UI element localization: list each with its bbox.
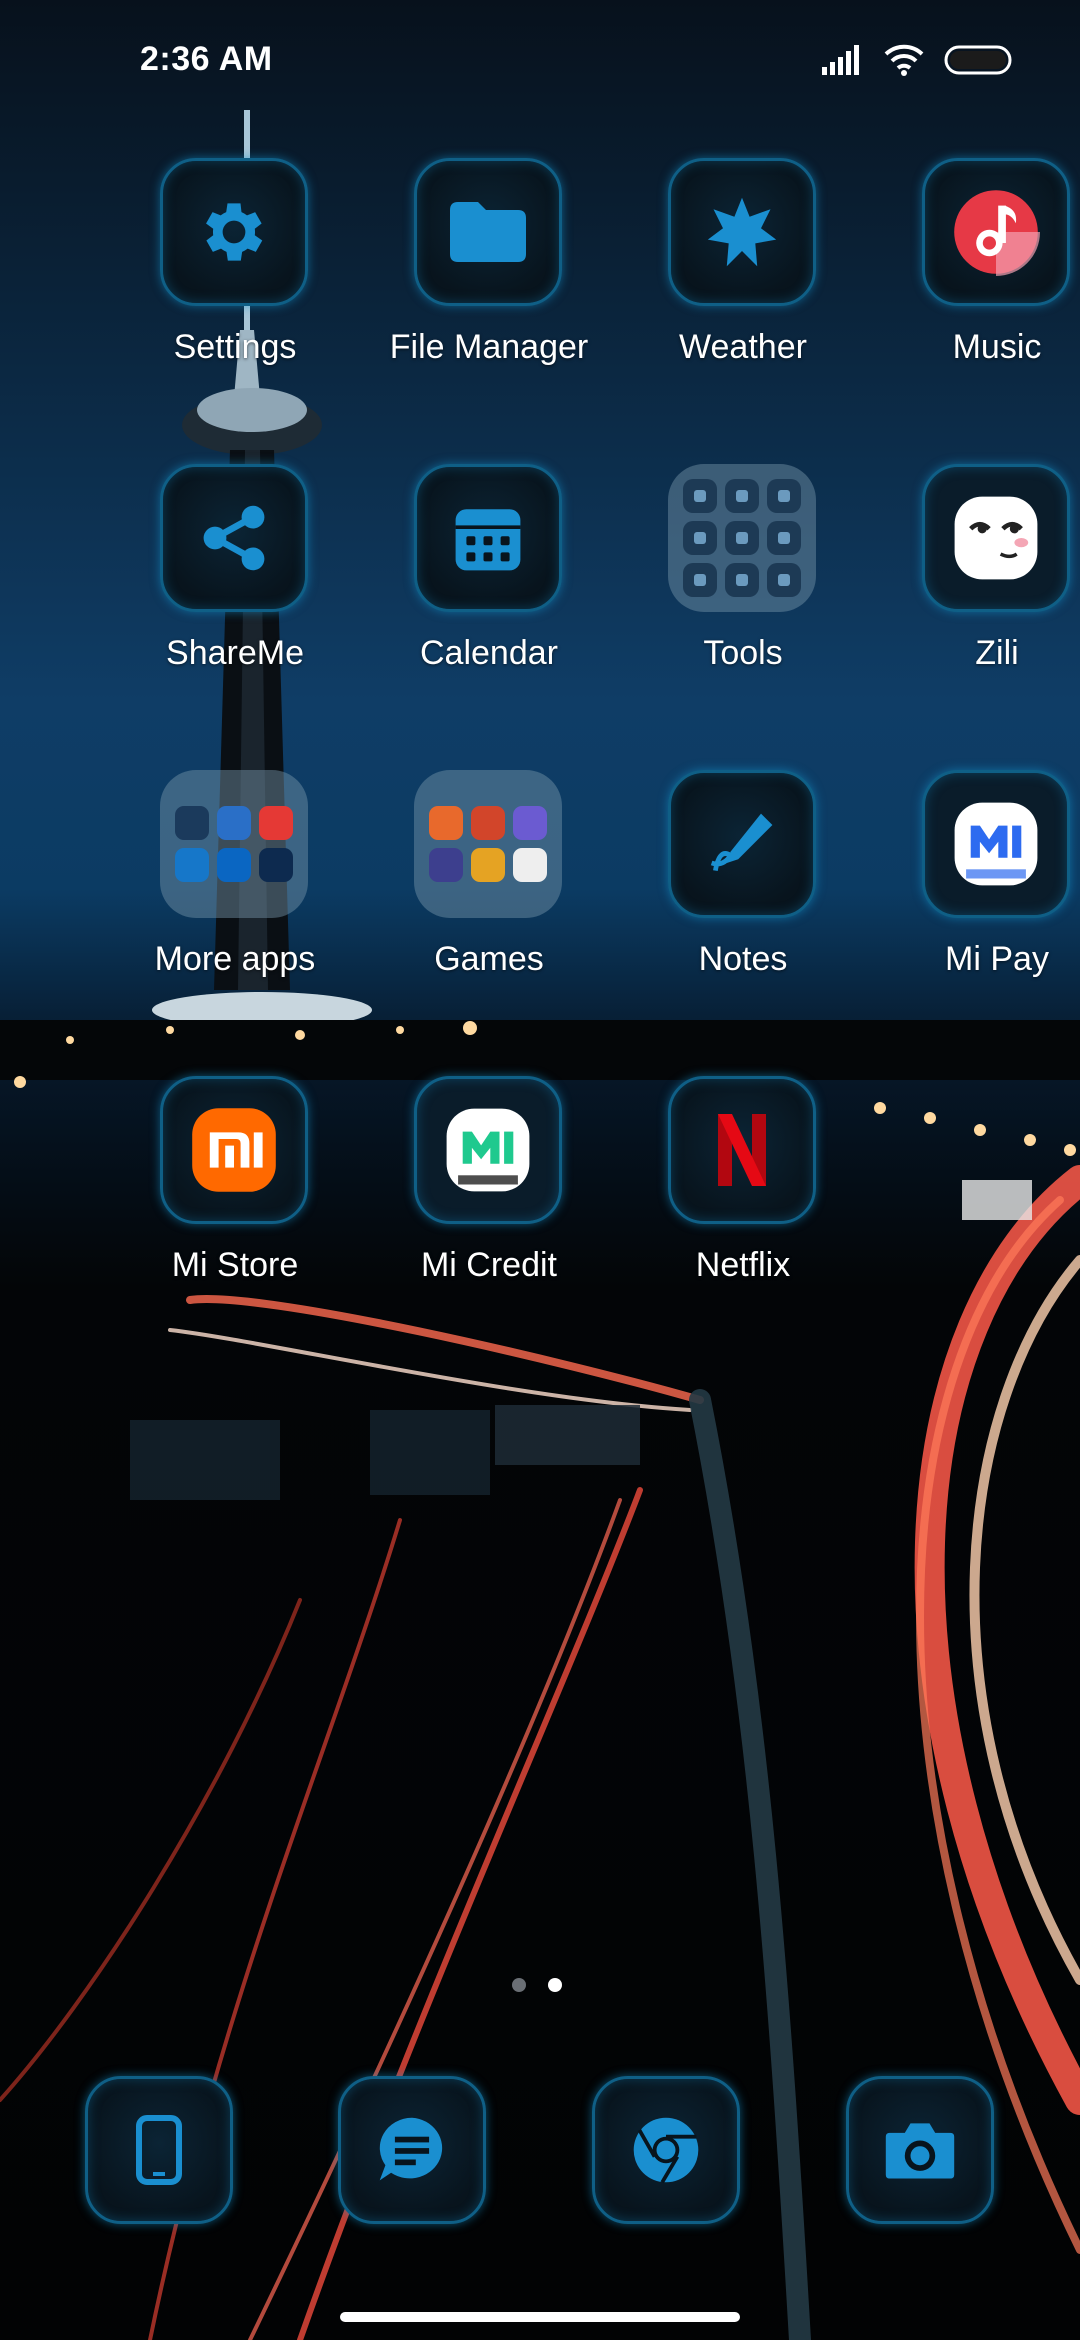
- app-file-manager[interactable]: File Manager: [369, 158, 609, 388]
- app-label: Music: [952, 328, 1042, 366]
- home-screen: 2:36 AM Settings File Manager Weather Mu…: [0, 0, 1080, 2340]
- folder-tools[interactable]: Tools: [623, 464, 863, 694]
- app-label: Tools: [703, 634, 783, 672]
- app-label: Games: [434, 940, 544, 978]
- dock-messages[interactable]: [338, 2076, 486, 2224]
- app-notes[interactable]: Notes: [623, 770, 863, 1000]
- folder-mini-icon: [175, 806, 209, 840]
- home-indicator[interactable]: [340, 2312, 740, 2322]
- folder-mini-icon: [767, 563, 801, 597]
- more-apps-folder-tile[interactable]: [160, 770, 308, 918]
- calendar-icon: [455, 509, 521, 571]
- app-label: ShareMe: [166, 634, 304, 672]
- app-label: Mi Pay: [945, 940, 1049, 978]
- messages-icon: [379, 2117, 443, 2181]
- app-label: Zili: [975, 634, 1019, 672]
- folder-mini-icon: [259, 806, 293, 840]
- app-mi-pay[interactable]: Mi Pay: [877, 770, 1080, 1000]
- app-label: Netflix: [695, 1246, 791, 1284]
- settings-tile[interactable]: [160, 158, 308, 306]
- more-apps-folder-icons: [175, 806, 293, 882]
- music-icon: [954, 190, 1040, 276]
- signal-icon: [822, 45, 859, 75]
- camera-icon: [885, 2123, 955, 2179]
- games-folder-icons: [429, 806, 547, 882]
- notes-tile[interactable]: [668, 770, 816, 918]
- folder-mini-icon: [513, 806, 547, 840]
- tools-folder-icons: [683, 479, 801, 597]
- app-weather[interactable]: Weather: [623, 158, 863, 388]
- wifi-icon: [884, 44, 924, 76]
- page-dot-active[interactable]: [548, 1978, 562, 1992]
- dock-phone[interactable]: [85, 2076, 233, 2224]
- zili-icon: [954, 496, 1038, 580]
- folder-mini-icon: [471, 848, 505, 882]
- mi-credit-tile[interactable]: [414, 1076, 562, 1224]
- music-tile[interactable]: [922, 158, 1070, 306]
- app-label: Mi Store: [171, 1246, 299, 1284]
- folder-mini-icon: [429, 806, 463, 840]
- folder-icon: [450, 202, 526, 262]
- folder-mini-icon: [259, 848, 293, 882]
- folder-mini-icon: [767, 521, 801, 555]
- app-netflix[interactable]: Netflix: [623, 1076, 863, 1306]
- weather-tile[interactable]: [668, 158, 816, 306]
- folder-mini-icon: [683, 521, 717, 555]
- folder-mini-icon: [767, 479, 801, 513]
- browser-icon: [633, 2117, 699, 2184]
- folder-mini-icon: [683, 563, 717, 597]
- folder-mini-icon: [429, 848, 463, 882]
- app-calendar[interactable]: Calendar: [369, 464, 609, 694]
- folder-mini-icon: [471, 806, 505, 840]
- app-zili[interactable]: Zili: [877, 464, 1080, 694]
- folder-mini-icon: [683, 479, 717, 513]
- phone-icon: [136, 2115, 182, 2185]
- app-label: Mi Credit: [420, 1246, 558, 1284]
- app-label: Weather: [679, 328, 807, 366]
- dock-camera[interactable]: [846, 2076, 994, 2224]
- calendar-tile[interactable]: [414, 464, 562, 612]
- netflix-icon: [718, 1114, 766, 1186]
- share-icon: [203, 505, 265, 571]
- gear-icon: [206, 203, 263, 261]
- app-label: More apps: [154, 940, 316, 978]
- notes-icon: [710, 813, 773, 872]
- folder-mini-icon: [725, 479, 759, 513]
- page-indicator: [512, 1978, 562, 1992]
- battery-icon: [944, 45, 1012, 75]
- shareme-tile[interactable]: [160, 464, 308, 612]
- mi-pay-icon: [954, 802, 1038, 886]
- folder-mini-icon: [217, 848, 251, 882]
- page-dot[interactable]: [512, 1978, 526, 1992]
- folder-games[interactable]: Games: [369, 770, 609, 1000]
- app-label: File Manager: [389, 328, 589, 366]
- zili-tile[interactable]: [922, 464, 1070, 612]
- status-time: 2:36 AM: [140, 40, 273, 78]
- app-music[interactable]: Music: [877, 158, 1080, 388]
- folder-more-apps[interactable]: More apps: [115, 770, 355, 1000]
- mi-credit-icon: [446, 1108, 530, 1192]
- dock-browser[interactable]: [592, 2076, 740, 2224]
- weather-icon: [707, 197, 777, 267]
- mi-store-tile[interactable]: [160, 1076, 308, 1224]
- status-icons: [822, 44, 1012, 76]
- tools-folder-tile[interactable]: [668, 464, 816, 612]
- file-manager-tile[interactable]: [414, 158, 562, 306]
- folder-mini-icon: [725, 563, 759, 597]
- app-shareme[interactable]: ShareMe: [115, 464, 355, 694]
- netflix-tile[interactable]: [668, 1076, 816, 1224]
- folder-mini-icon: [725, 521, 759, 555]
- folder-mini-icon: [217, 806, 251, 840]
- app-label: Notes: [698, 940, 788, 978]
- app-label: Settings: [173, 328, 297, 366]
- folder-mini-icon: [175, 848, 209, 882]
- app-mi-store[interactable]: Mi Store: [115, 1076, 355, 1306]
- games-folder-tile[interactable]: [414, 770, 562, 918]
- folder-mini-icon: [513, 848, 547, 882]
- app-label: Calendar: [420, 634, 558, 672]
- mi-pay-tile[interactable]: [922, 770, 1070, 918]
- mi-store-icon: [192, 1108, 276, 1192]
- app-settings[interactable]: Settings: [115, 158, 355, 388]
- app-mi-credit[interactable]: Mi Credit: [369, 1076, 609, 1306]
